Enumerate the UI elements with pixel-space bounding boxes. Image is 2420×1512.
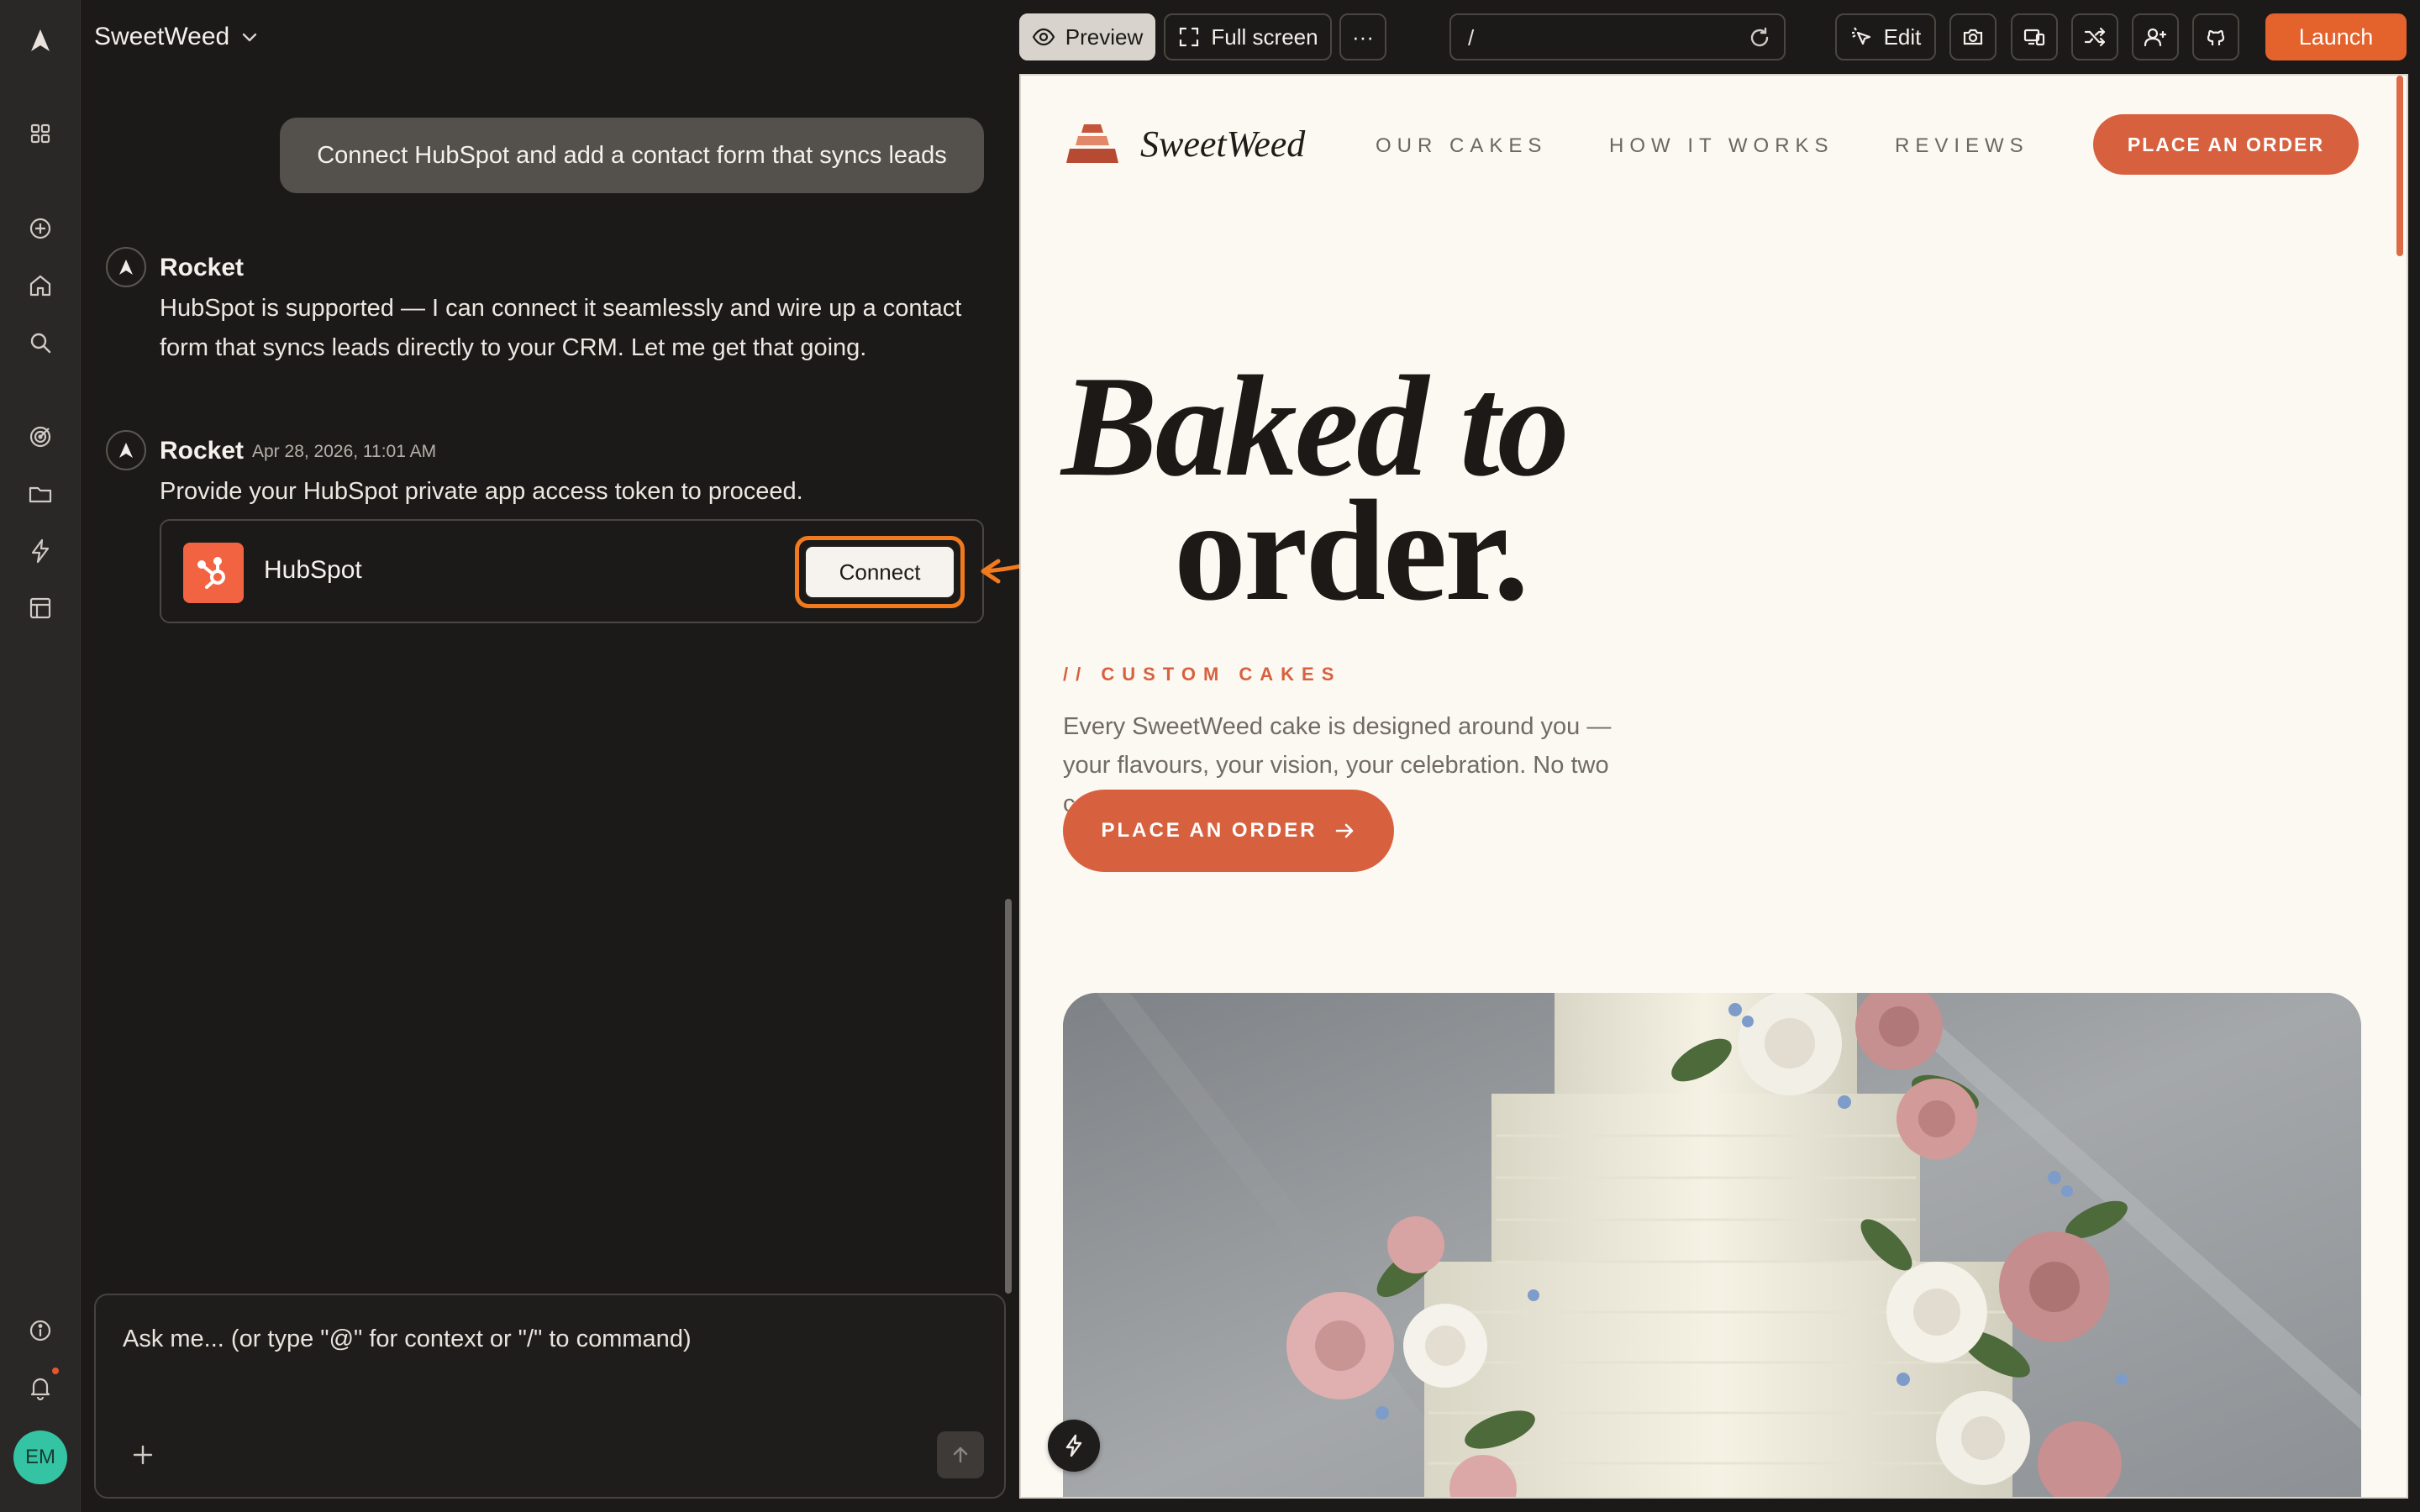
eye-icon <box>1032 28 1055 46</box>
rocket-avatar-icon <box>106 247 146 287</box>
notification-dot <box>52 1368 59 1374</box>
nav-place-order-button[interactable]: PLACE AN ORDER <box>2093 114 2359 175</box>
invite-user-button[interactable] <box>2132 13 2179 60</box>
hero-cake-image <box>1063 993 2361 1497</box>
launch-button[interactable]: Launch <box>2265 13 2407 60</box>
message-text-line: HubSpot is supported — I can connect it … <box>160 295 962 322</box>
url-bar[interactable]: / <box>1449 13 1786 60</box>
site-brand[interactable]: SweetWeed <box>1140 123 1305 165</box>
user-message-text: Connect HubSpot and add a contact form t… <box>317 141 947 169</box>
home-icon[interactable] <box>22 267 59 304</box>
integration-name: HubSpot <box>264 556 362 584</box>
hubspot-logo-icon <box>183 543 244 603</box>
rocket-avatar-icon <box>106 430 146 470</box>
project-name: SweetWeed <box>94 23 230 50</box>
avatar[interactable]: EM <box>13 1431 67 1484</box>
user-message-bubble: Connect HubSpot and add a contact form t… <box>280 118 984 193</box>
plus-icon <box>133 1445 153 1465</box>
arrow-up-icon <box>953 1446 968 1463</box>
url-input[interactable]: / <box>1468 25 1474 51</box>
target-icon[interactable] <box>22 418 59 455</box>
hero-place-order-button[interactable]: PLACE AN ORDER <box>1063 790 1394 872</box>
message-sender: Rocket <box>160 437 245 465</box>
message-sender: Rocket <box>160 254 245 281</box>
more-options-button[interactable]: ··· <box>1339 13 1386 60</box>
send-button[interactable] <box>937 1431 984 1478</box>
plus-circle-icon[interactable] <box>22 210 59 247</box>
bell-icon[interactable] <box>22 1369 59 1406</box>
connect-highlight: Connect <box>795 536 965 608</box>
search-icon[interactable] <box>22 324 59 361</box>
folder-icon[interactable] <box>22 475 59 512</box>
info-icon[interactable] <box>22 1312 59 1349</box>
grid-icon[interactable] <box>22 115 59 152</box>
connect-button[interactable]: Connect <box>804 545 955 599</box>
refresh-icon[interactable] <box>1747 25 1772 50</box>
hero-heading-line2: order. <box>1174 471 1529 631</box>
chevron-down-icon <box>243 33 257 42</box>
cake-illustration <box>1063 993 2361 1497</box>
hero-eyebrow: // CUSTOM CAKES <box>1063 664 1342 685</box>
edit-label: Edit <box>1883 24 1922 50</box>
project-switcher[interactable]: SweetWeed <box>94 18 260 55</box>
site-preview: SweetWeed OUR CAKES HOW IT WORKS REVIEWS… <box>1019 74 2408 1499</box>
bolt-icon[interactable] <box>22 533 59 570</box>
message-timestamp: Apr 28, 2026, 11:01 AM <box>252 442 437 461</box>
chat-scrollbar[interactable] <box>1005 899 1012 1294</box>
shuffle-icon <box>2084 27 2106 47</box>
preview-tab[interactable]: Preview <box>1019 13 1155 60</box>
message-text-line: form that syncs leads directly to your C… <box>160 334 867 361</box>
integration-card: HubSpot Connect <box>160 519 984 623</box>
edit-button[interactable]: Edit <box>1835 13 1936 60</box>
nav-our-cakes[interactable]: OUR CAKES <box>1376 134 1547 158</box>
screenshot-button[interactable] <box>1949 13 1996 60</box>
chat-input[interactable]: Ask me... (or type "@" for context or "/… <box>123 1326 963 1353</box>
hero-cta-label: PLACE AN ORDER <box>1101 819 1318 842</box>
preview-label: Preview <box>1065 24 1144 50</box>
message-text-line: Provide your HubSpot private app access … <box>160 478 803 505</box>
user-plus-icon <box>2144 28 2167 47</box>
bolt-fab-button[interactable] <box>1048 1420 1100 1472</box>
composer: Ask me... (or type "@" for context or "/… <box>94 1294 1006 1499</box>
layout-icon[interactable] <box>22 590 59 627</box>
expand-icon <box>1180 27 1199 47</box>
github-button[interactable] <box>2192 13 2239 60</box>
arrow-right-icon <box>1335 823 1353 838</box>
devices-icon <box>2023 29 2045 46</box>
fullscreen-label: Full screen <box>1211 24 1318 50</box>
nav-how-it-works[interactable]: HOW IT WORKS <box>1609 134 1834 158</box>
shuffle-button[interactable] <box>2071 13 2118 60</box>
camera-icon <box>1963 29 1983 45</box>
bolt-icon <box>1065 1434 1082 1457</box>
rocket-logo-icon[interactable] <box>22 22 59 59</box>
cake-logo-icon <box>1066 124 1118 163</box>
responsive-button[interactable] <box>2011 13 2058 60</box>
fullscreen-button[interactable]: Full screen <box>1164 13 1332 60</box>
preview-scrollbar[interactable] <box>2396 76 2403 256</box>
more-icon: ··· <box>1352 24 1374 50</box>
add-attachment-button[interactable] <box>126 1438 160 1472</box>
github-icon <box>2207 29 2225 45</box>
nav-reviews[interactable]: REVIEWS <box>1895 134 2029 158</box>
left-rail: EM <box>0 0 81 1512</box>
cursor-click-icon <box>1851 27 1870 45</box>
